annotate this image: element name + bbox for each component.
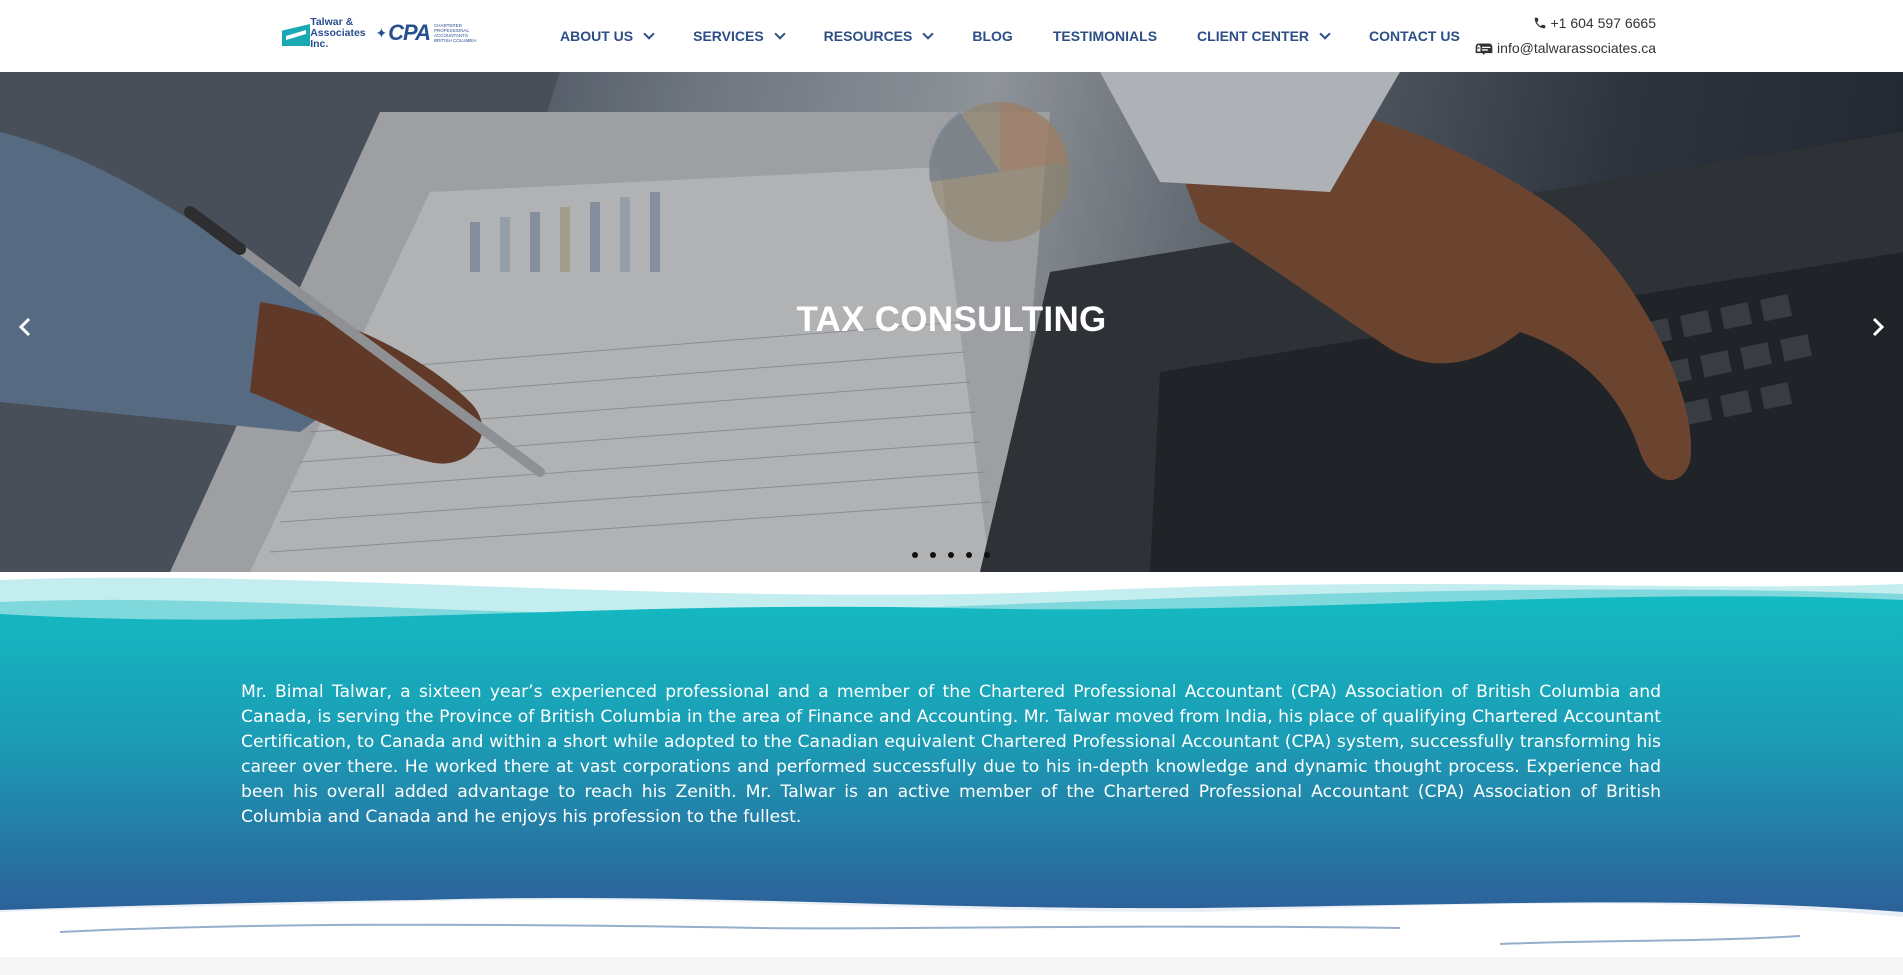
nav-contact-us[interactable]: CONTACT US (1369, 28, 1460, 44)
slider-dot[interactable] (912, 552, 918, 558)
slider-dot[interactable] (930, 552, 936, 558)
nav-client-center[interactable]: CLIENT CENTER (1197, 28, 1331, 44)
logo-mark-icon (282, 18, 310, 48)
main-nav: ABOUT US SERVICES RESOURCES BLOG TESTIMO… (538, 6, 1460, 66)
header-contact: +1 604 597 6665 info@talwarassociates.ca (1475, 12, 1656, 62)
maple-leaf-icon: ✦ (375, 25, 388, 41)
nav-about-us[interactable]: ABOUT US (560, 28, 655, 44)
nav-label: CONTACT US (1369, 28, 1460, 44)
slider-pagination (912, 552, 1002, 558)
cpa-logo: ✦ CPA Chartered Professional Accountants… (375, 20, 478, 46)
chevron-down-icon (1319, 28, 1331, 40)
nav-label: RESOURCES (823, 28, 913, 44)
nav-label: SERVICES (693, 28, 764, 44)
email-address: info@talwarassociates.ca (1497, 40, 1656, 56)
nav-label: BLOG (972, 28, 1013, 44)
chevron-left-icon (18, 317, 31, 337)
slider-dot[interactable] (984, 552, 990, 558)
slider-prev-button[interactable] (10, 312, 40, 342)
cpa-subtitle: Chartered Professional Accountants Briti… (434, 23, 477, 43)
phone-link[interactable]: +1 604 597 6665 (1475, 12, 1656, 34)
phone-icon (1534, 17, 1545, 29)
about-paragraph: Mr. Bimal Talwar, a sixteen year’s exper… (241, 682, 1661, 827)
chevron-down-icon (643, 28, 655, 40)
logo-firm-name: Talwar & Associates Inc. (310, 15, 366, 50)
about-section: Mr. Bimal Talwar, a sixteen year’s exper… (0, 572, 1903, 975)
slider-next-button[interactable] (1863, 312, 1893, 342)
nav-testimonials[interactable]: TESTIMONIALS (1053, 28, 1157, 44)
slider-dot[interactable] (966, 552, 972, 558)
chevron-down-icon (774, 28, 786, 40)
nav-label: TESTIMONIALS (1052, 28, 1158, 44)
nav-services[interactable]: SERVICES (693, 28, 786, 44)
chevron-down-icon (922, 28, 935, 40)
slider-dot[interactable] (948, 552, 954, 558)
site-header: Talwar & Associates Inc. ✦ CPA Chartered… (0, 0, 1903, 72)
chevron-right-icon (1872, 317, 1885, 337)
mailbox-icon (1475, 43, 1493, 55)
nav-label: ABOUT US (560, 28, 634, 44)
nav-label: CLIENT CENTER (1197, 28, 1310, 44)
nav-blog[interactable]: BLOG (972, 28, 1012, 44)
phone-number: +1 604 597 6665 (1550, 15, 1657, 31)
cpa-mark: CPA (388, 20, 431, 45)
site-logo[interactable]: Talwar & Associates Inc. ✦ CPA Chartered… (282, 12, 478, 54)
hero-slider: TAX CONSULTING (0, 72, 1903, 572)
hero-title: TAX CONSULTING (796, 300, 1107, 339)
email-link[interactable]: info@talwarassociates.ca (1475, 37, 1656, 59)
nav-resources[interactable]: RESOURCES (823, 28, 935, 44)
